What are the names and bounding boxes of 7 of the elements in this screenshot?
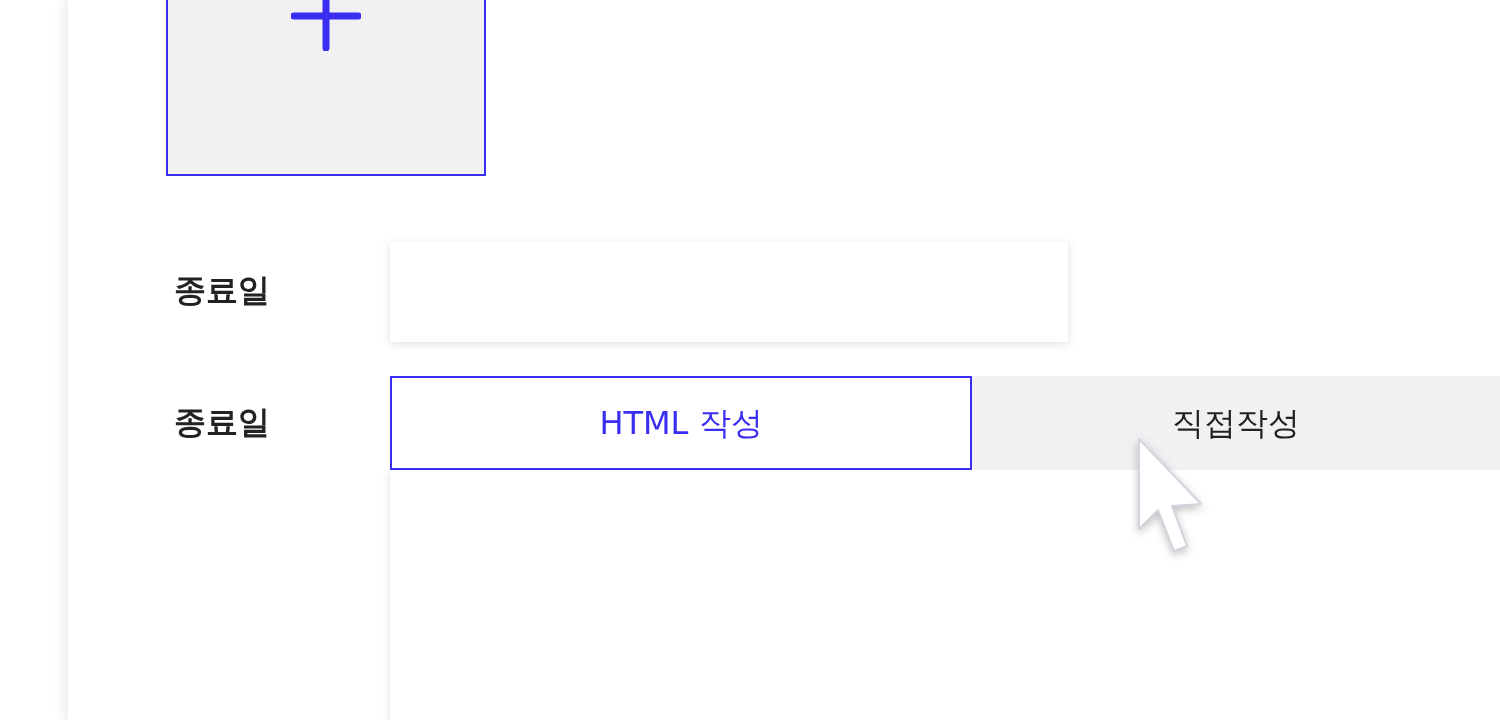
pointer-icon xyxy=(1135,437,1205,553)
tab[interactable]: HTML 작성 xyxy=(390,376,972,470)
field-label: 종료일 xyxy=(173,270,271,311)
tab[interactable]: 직접작성 xyxy=(972,376,1500,470)
plus-icon xyxy=(291,0,361,51)
field-label: 종료일 xyxy=(173,402,271,443)
editor-area[interactable] xyxy=(390,470,1500,720)
